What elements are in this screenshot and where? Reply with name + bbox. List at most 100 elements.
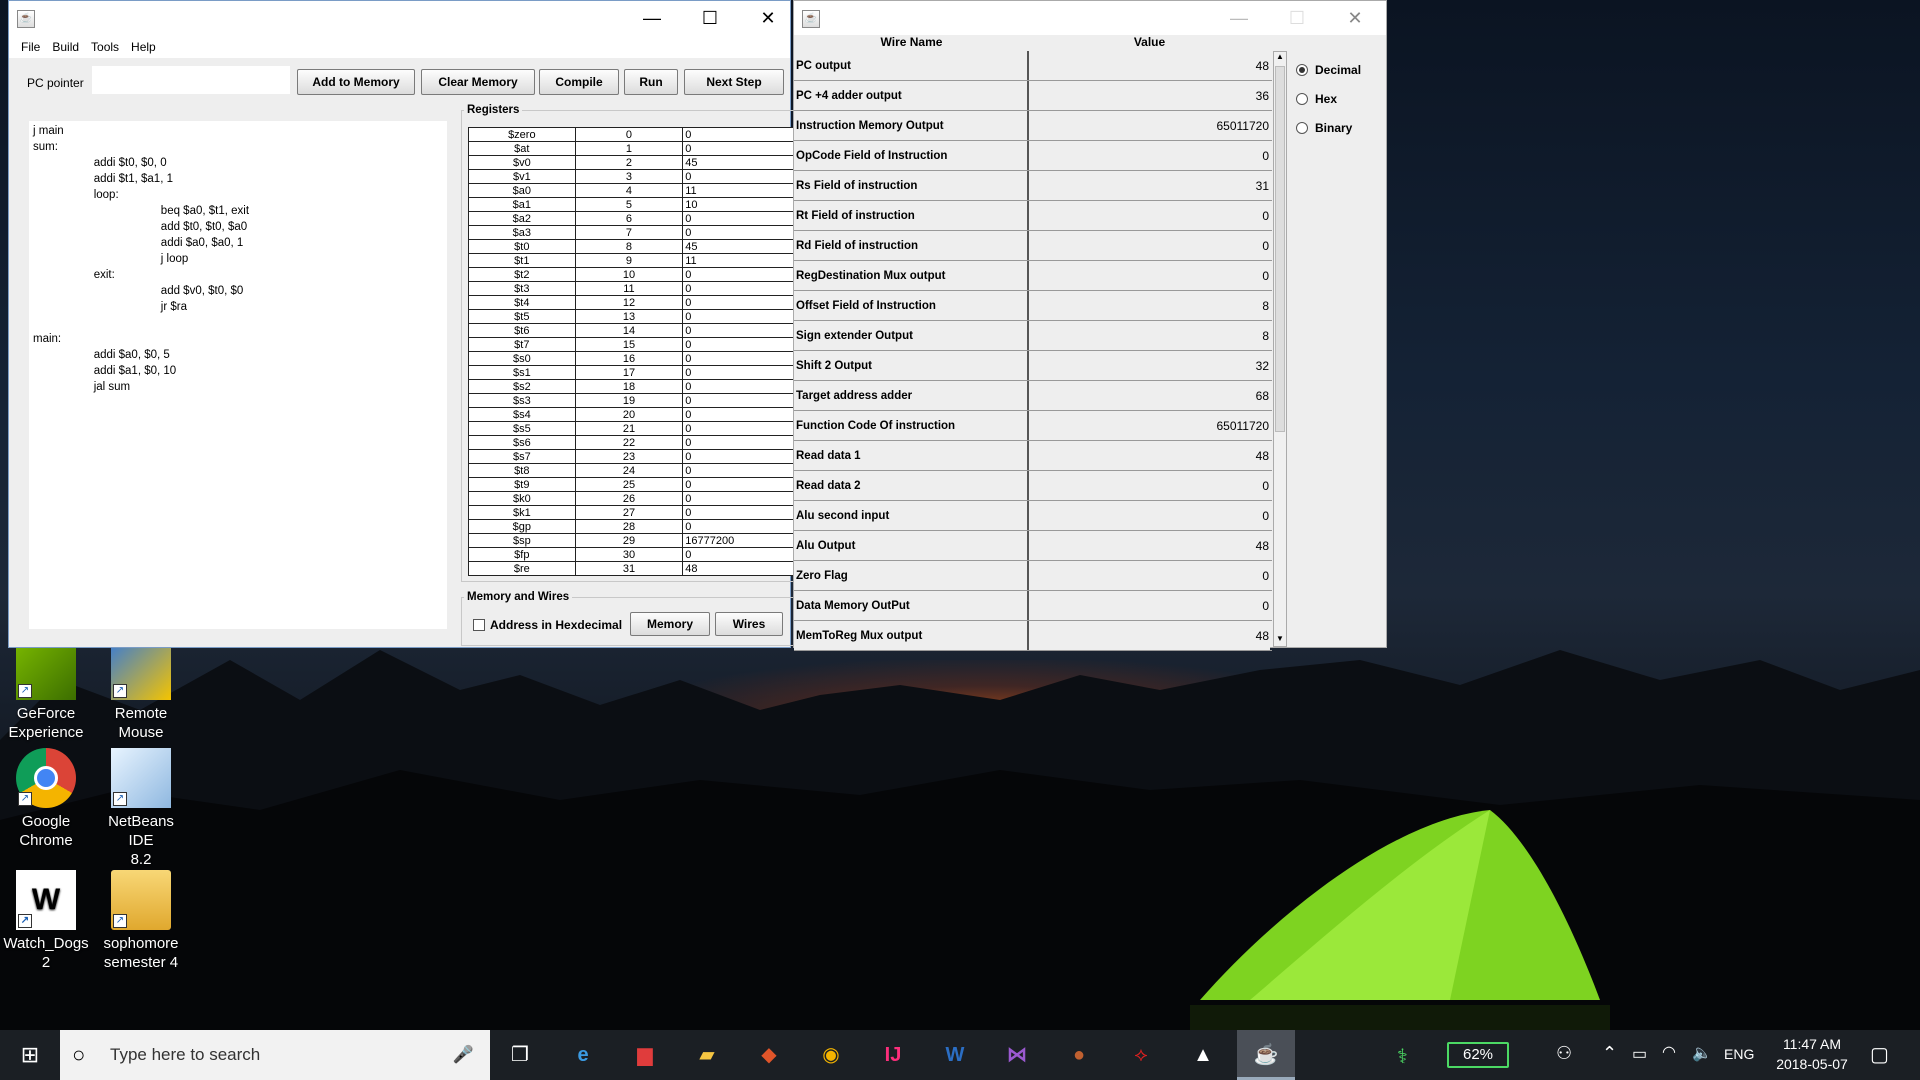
clock-time[interactable]: 11:47 AM — [1777, 1036, 1847, 1052]
menu-file[interactable]: File — [15, 36, 46, 58]
next-step-button[interactable]: Next Step — [684, 69, 784, 95]
wire-row[interactable]: Read data 1 48 — [794, 441, 1272, 471]
task-view-icon[interactable]: ❐ — [492, 1030, 548, 1080]
icon-label: semester 4 — [103, 954, 179, 971]
battery-icon[interactable]: ▭ — [1632, 1044, 1647, 1064]
wire-row[interactable]: Rd Field of instruction 0 — [794, 231, 1272, 261]
address-hex-checkbox[interactable] — [473, 619, 485, 631]
register-number: 23 — [574, 449, 684, 464]
close-button[interactable]: ✕ — [739, 1, 797, 36]
wire-value: 48 — [1029, 441, 1270, 470]
wire-row[interactable]: Function Code Of instruction 65011720 — [794, 411, 1272, 441]
wire-row[interactable]: Alu second input 0 — [794, 501, 1272, 531]
compile-button[interactable]: Compile — [539, 69, 619, 95]
intellij-icon[interactable]: IJ — [865, 1030, 921, 1080]
visual-studio-icon[interactable]: ⋈ — [989, 1030, 1045, 1080]
media-icon[interactable]: ● — [1051, 1030, 1107, 1080]
run-button[interactable]: Run — [624, 69, 678, 95]
edge-icon[interactable]: e — [555, 1030, 611, 1080]
word-icon[interactable]: W — [927, 1030, 983, 1080]
menu-tools[interactable]: Tools — [85, 36, 125, 58]
wire-row[interactable]: PC +4 adder output 36 — [794, 81, 1272, 111]
desktop-icon-remote-mouse[interactable]: ↗ Remote Mouse — [95, 640, 187, 742]
icon-label: Remote — [114, 705, 168, 722]
desktop-icon-netbeans[interactable]: ↗ NetBeans IDE 8.2 — [95, 748, 187, 869]
desktop-icon-watch-dogs[interactable]: W ↗ Watch_Dogs 2 — [0, 870, 92, 972]
wires-button[interactable]: Wires — [715, 612, 783, 636]
battery-indicator[interactable]: 62% — [1447, 1042, 1509, 1068]
app-red-icon[interactable]: ◆ — [741, 1030, 797, 1080]
menu-build[interactable]: Build — [46, 36, 85, 58]
health-icon[interactable]: ⚕ — [1397, 1044, 1408, 1069]
pc-pointer-field[interactable] — [92, 66, 290, 94]
start-button[interactable]: ⊞ — [2, 1030, 58, 1080]
title-bar[interactable]: ☕ — ☐ ✕ — [9, 1, 790, 36]
wire-row[interactable]: Data Memory OutPut 0 — [794, 591, 1272, 621]
chevron-up-icon[interactable]: ⌃ — [1602, 1043, 1617, 1064]
register-number: 16 — [574, 351, 684, 366]
people-icon[interactable]: ⚇ — [1556, 1043, 1572, 1064]
register-name: $a2 — [468, 211, 576, 226]
register-value: 0 — [682, 365, 796, 380]
photos-icon[interactable]: ▲ — [1175, 1030, 1231, 1080]
maximize-button[interactable]: ☐ — [681, 1, 739, 36]
wire-row[interactable]: Sign extender Output 8 — [794, 321, 1272, 351]
radio-hex[interactable]: Hex — [1296, 92, 1337, 106]
wire-name: Function Code Of instruction — [794, 411, 1029, 440]
wifi-icon[interactable]: ◠ — [1662, 1042, 1676, 1062]
scroll-thumb[interactable] — [1275, 66, 1285, 432]
register-number: 17 — [574, 365, 684, 380]
wire-row[interactable]: RegDestination Mux output 0 — [794, 261, 1272, 291]
wires-title-bar[interactable]: ☕ — ☐ ✕ — [794, 1, 1386, 35]
volume-icon[interactable]: 🔈 — [1692, 1043, 1712, 1063]
radio-decimal[interactable]: Decimal — [1296, 63, 1361, 77]
chrome-taskbar-icon[interactable]: ◉ — [803, 1030, 859, 1080]
language-indicator[interactable]: ENG — [1724, 1046, 1754, 1062]
register-name: $s3 — [468, 393, 576, 408]
wire-row[interactable]: Alu Output 48 — [794, 531, 1272, 561]
wire-row[interactable]: Rs Field of instruction 31 — [794, 171, 1272, 201]
icon-label: Google — [21, 813, 71, 830]
wire-row[interactable]: OpCode Field of Instruction 0 — [794, 141, 1272, 171]
desktop-icon-chrome[interactable]: ↗ Google Chrome — [0, 748, 92, 850]
wire-row[interactable]: Rt Field of instruction 0 — [794, 201, 1272, 231]
wire-row[interactable]: Target address adder 68 — [794, 381, 1272, 411]
clock-date[interactable]: 2018-05-07 — [1768, 1056, 1856, 1072]
scroll-down-icon[interactable]: ▼ — [1275, 634, 1285, 646]
clear-memory-button[interactable]: Clear Memory — [421, 69, 535, 95]
memory-button[interactable]: Memory — [630, 612, 710, 636]
java-taskbar-icon[interactable]: ☕ — [1237, 1030, 1295, 1080]
minimize-button[interactable]: — — [623, 1, 681, 36]
wire-row[interactable]: PC output 48 — [794, 51, 1272, 81]
file-explorer-icon[interactable]: ▰ — [679, 1030, 735, 1080]
radio-binary[interactable]: Binary — [1296, 121, 1352, 135]
wire-row[interactable]: Instruction Memory Output 65011720 — [794, 111, 1272, 141]
microphone-icon[interactable]: 🎤 — [453, 1030, 474, 1080]
desktop-icon-geforce[interactable]: ↗ GeForce Experience — [0, 640, 92, 742]
code-editor[interactable]: j main sum: addi $t0, $0, 0 addi $t1, $a1… — [29, 121, 447, 629]
search-box[interactable]: ○ Type here to search 🎤 — [60, 1030, 490, 1080]
wire-row[interactable]: MemToReg Mux output 48 — [794, 621, 1272, 651]
wires-scrollbar[interactable]: ▲ ▼ — [1273, 51, 1287, 647]
maximize-button[interactable]: ☐ — [1268, 1, 1326, 36]
desktop-icon-folder[interactable]: ↗ sophomore semester 4 — [95, 870, 187, 972]
register-value: 0 — [682, 463, 796, 478]
menu-help[interactable]: Help — [125, 36, 162, 58]
close-button[interactable]: ✕ — [1326, 1, 1384, 36]
minimize-button[interactable]: — — [1210, 1, 1268, 36]
register-row: $at 1 0 — [468, 141, 796, 156]
notification-icon[interactable]: ▢ — [1870, 1042, 1889, 1067]
register-row: $a1 5 10 — [468, 197, 796, 212]
register-number: 28 — [574, 519, 684, 534]
wire-row[interactable]: Zero Flag 0 — [794, 561, 1272, 591]
reader-icon[interactable]: ▆ — [617, 1030, 673, 1080]
register-name: $a3 — [468, 225, 576, 240]
add-to-memory-button[interactable]: Add to Memory — [297, 69, 415, 95]
wire-row[interactable]: Shift 2 Output 32 — [794, 351, 1272, 381]
register-number: 19 — [574, 393, 684, 408]
wire-row[interactable]: Read data 20 — [794, 471, 1272, 501]
register-name: $at — [468, 141, 576, 156]
wire-row[interactable]: Offset Field of Instruction 8 — [794, 291, 1272, 321]
acrobat-icon[interactable]: ⟡ — [1113, 1030, 1169, 1080]
scroll-up-icon[interactable]: ▲ — [1275, 52, 1285, 64]
